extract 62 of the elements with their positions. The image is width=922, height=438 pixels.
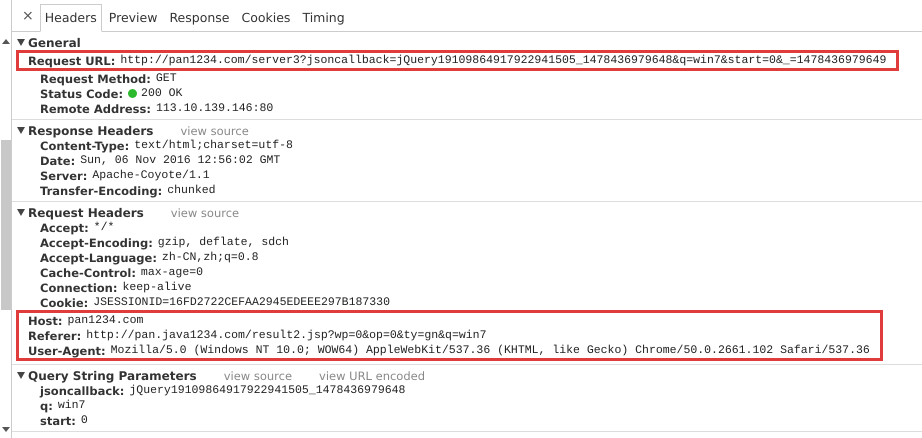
header-name: Accept-Language: [40, 250, 157, 264]
header-value: max-age=0 [140, 266, 204, 279]
header-value: http://pan.java1234.com/result2.jsp?wp=0&op=0&ty=gn&q=win7 [86, 329, 486, 342]
scrollbar-thumb[interactable] [0, 140, 10, 310]
header-name: Status Code: [40, 86, 124, 100]
header-value: Apache-Coyote/1.1 [92, 169, 210, 182]
scroll-up-arrow-icon[interactable] [2, 39, 10, 44]
header-name: Content-Type: [40, 138, 130, 152]
header-value: http://pan1234.com/server3?jsoncallback=jQuery19109864917922941505_1478436979648&q=win7&start=0&_=1478436979649 [120, 54, 886, 67]
scroll-down-arrow-icon[interactable] [2, 427, 10, 432]
section-title: Request Headers [28, 206, 144, 220]
header-name: jsoncallback: [40, 384, 124, 398]
header-value: jQuery19109864917922941505_1478436979648 [129, 384, 406, 397]
header-value: text/html;charset=utf-8 [134, 139, 293, 152]
header-name: Connection: [40, 280, 118, 294]
status-dot-icon [128, 89, 138, 98]
header-value: win7 [58, 399, 86, 412]
expanded-triangle-icon[interactable] [17, 127, 25, 134]
section-title: Response Headers [28, 124, 154, 138]
header-name: Cache-Control: [40, 266, 136, 280]
tab[interactable]: Timing [297, 4, 350, 32]
header-name: Host: [28, 314, 62, 328]
header-value: chunked [167, 184, 216, 197]
header-value: pan1234.com [67, 314, 144, 327]
view-link[interactable]: view source [180, 124, 249, 138]
header-value: keep-alive [122, 281, 192, 294]
view-link[interactable]: view source [170, 206, 240, 220]
header-name: User-Agent: [28, 344, 106, 358]
section-title: General [28, 36, 81, 50]
header-name: start: [40, 414, 76, 428]
close-button[interactable]: × [18, 8, 38, 31]
header-name: Request Method: [40, 72, 151, 86]
expanded-triangle-icon[interactable] [17, 209, 25, 216]
header-value: 0 [80, 414, 88, 427]
header-name: Referer: [28, 328, 82, 342]
header-name: Request URL: [28, 54, 116, 68]
expanded-triangle-icon[interactable] [17, 39, 25, 46]
header-value: Mozilla/5.0 (Windows NT 10.0; WOW64) AppleWebKit/537.36 (KHTML, like Gecko) Chrome/50.0.2661.102 Safari/537.36 [110, 344, 870, 357]
header-value: 113.10.139.146:80 [156, 102, 274, 115]
header-name: Cookie: [40, 296, 88, 310]
header-value: 200 OK [141, 87, 182, 100]
header-value: Sun, 06 Nov 2016 12:56:02 GMT [80, 154, 280, 167]
header-name: Transfer-Encoding: [40, 184, 162, 198]
tab[interactable]: Preview [104, 4, 162, 32]
view-link[interactable]: view source [224, 368, 292, 382]
header-name: Accept-Encoding: [40, 236, 153, 250]
header-name: Accept: [40, 220, 89, 234]
header-value: zh-CN,zh;q=0.8 [162, 251, 259, 264]
tab[interactable]: Headers [40, 4, 102, 32]
header-value: gzip, deflate, sdch [158, 236, 289, 249]
tab[interactable]: Cookies [236, 4, 296, 32]
header-name: Date: [40, 154, 76, 168]
header-value: JSESSIONID=16FD2722CEFAA2945EDEEE297B187330 [93, 296, 390, 309]
view-link[interactable]: view URL encoded [319, 368, 426, 382]
header-value: GET [156, 72, 177, 85]
expanded-triangle-icon[interactable] [17, 372, 25, 379]
tab[interactable]: Response [164, 4, 234, 32]
section-title: Query String Parameters [28, 368, 197, 382]
header-name: Remote Address: [40, 102, 151, 116]
header-name: Server: [40, 168, 88, 182]
header-value: */* [94, 221, 114, 234]
header-name: q: [40, 398, 53, 412]
